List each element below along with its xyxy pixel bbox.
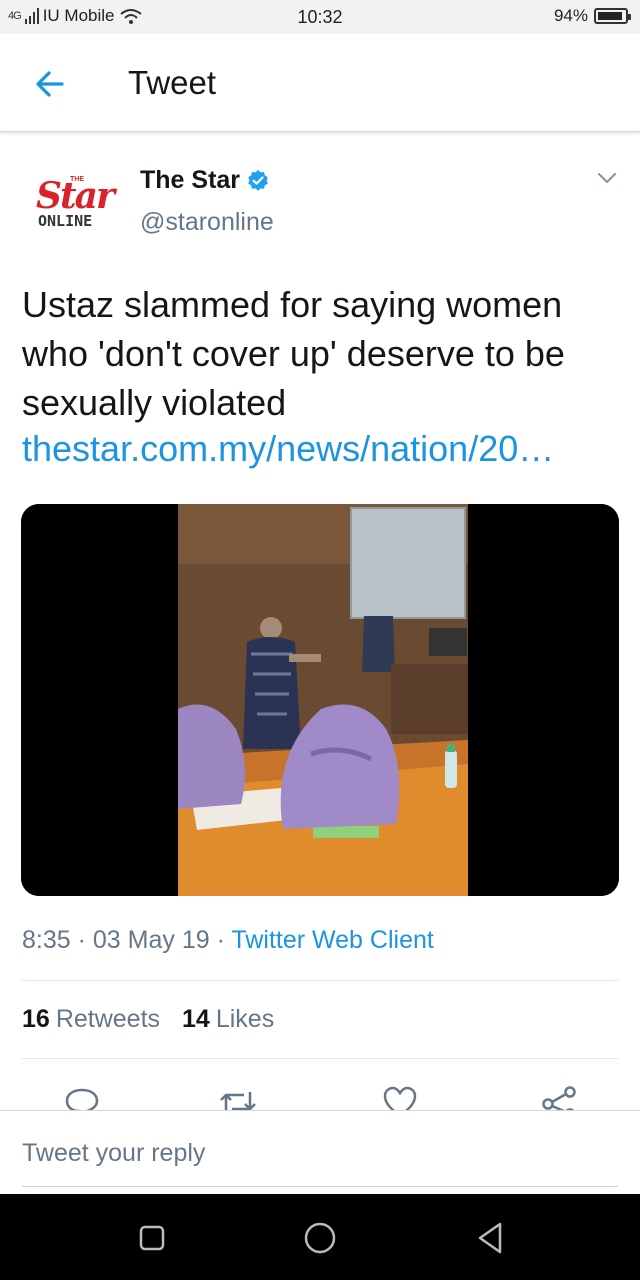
video-frame [21, 504, 619, 896]
battery-icon [594, 8, 631, 24]
like-icon [383, 1086, 417, 1112]
home-button[interactable] [300, 1218, 340, 1258]
meta-separator: · [216, 926, 232, 954]
author-name-text: The Star [140, 166, 241, 194]
back-triangle-icon [478, 1222, 502, 1254]
likes-label: Likes [215, 1005, 275, 1033]
status-time: 10:32 [297, 7, 343, 27]
tweet-video[interactable] [21, 504, 619, 896]
tweet-link[interactable]: thestar.com.my/news/nation/20… [22, 424, 622, 473]
tweet-text: Ustaz slammed for saying women who 'don'… [22, 284, 565, 423]
retweets-label: Retweets [55, 1005, 161, 1033]
reply-button[interactable] [62, 1082, 102, 1112]
tweet-source-link[interactable]: Twitter Web Client [231, 926, 433, 954]
avatar[interactable]: THE Star ONLINE [26, 168, 116, 238]
home-circle-icon [304, 1222, 336, 1254]
page-title: Tweet [128, 64, 217, 101]
recents-button[interactable] [132, 1218, 172, 1258]
meta-separator: · [77, 926, 93, 954]
reply-underline [22, 1186, 618, 1187]
retweets-stat[interactable]: 16 Retweets [22, 1005, 160, 1034]
divider [22, 980, 618, 981]
system-nav-bar [0, 1194, 640, 1280]
tweet-actions [0, 1082, 640, 1112]
battery-percent: 94% [553, 6, 588, 25]
app-header: Tweet [0, 34, 640, 132]
verified-badge-icon [248, 169, 268, 191]
tweet-time: 8:35 [22, 926, 71, 954]
likes-stat[interactable]: 14 Likes [182, 1005, 274, 1034]
author-name[interactable]: The Star [140, 166, 270, 195]
tweet-menu-button[interactable] [594, 168, 620, 188]
divider [22, 1058, 618, 1059]
reply-bar: Tweet your reply [0, 1110, 640, 1194]
chevron-down-icon [597, 172, 617, 184]
share-button[interactable] [540, 1082, 580, 1112]
share-icon [542, 1086, 576, 1112]
like-button[interactable] [380, 1082, 420, 1112]
tweet-date: 03 May 19 [92, 926, 210, 954]
avatar-logo-online: ONLINE [38, 212, 93, 230]
retweet-button[interactable] [218, 1082, 258, 1112]
avatar-logo-star: Star [36, 175, 115, 217]
likes-count: 14 [182, 1005, 210, 1033]
system-back-button[interactable] [470, 1218, 510, 1258]
tweet-meta: 8:35 · 03 May 19 · Twitter Web Client [22, 926, 434, 955]
battery-fill [598, 12, 623, 20]
status-bar: 4G IU Mobile 10:32 94% [0, 0, 640, 34]
reply-input[interactable]: Tweet your reply [22, 1139, 205, 1168]
recents-square-icon [139, 1225, 165, 1251]
author-handle[interactable]: @staronline [140, 208, 274, 237]
arrow-left-icon [36, 71, 64, 97]
reply-icon [65, 1088, 99, 1112]
tweet-stats: 16 Retweets 14 Likes [22, 1005, 274, 1034]
retweets-count: 16 [22, 1005, 50, 1033]
status-right: 94% [553, 6, 631, 26]
retweet-icon [220, 1092, 256, 1112]
back-button[interactable] [30, 64, 70, 104]
